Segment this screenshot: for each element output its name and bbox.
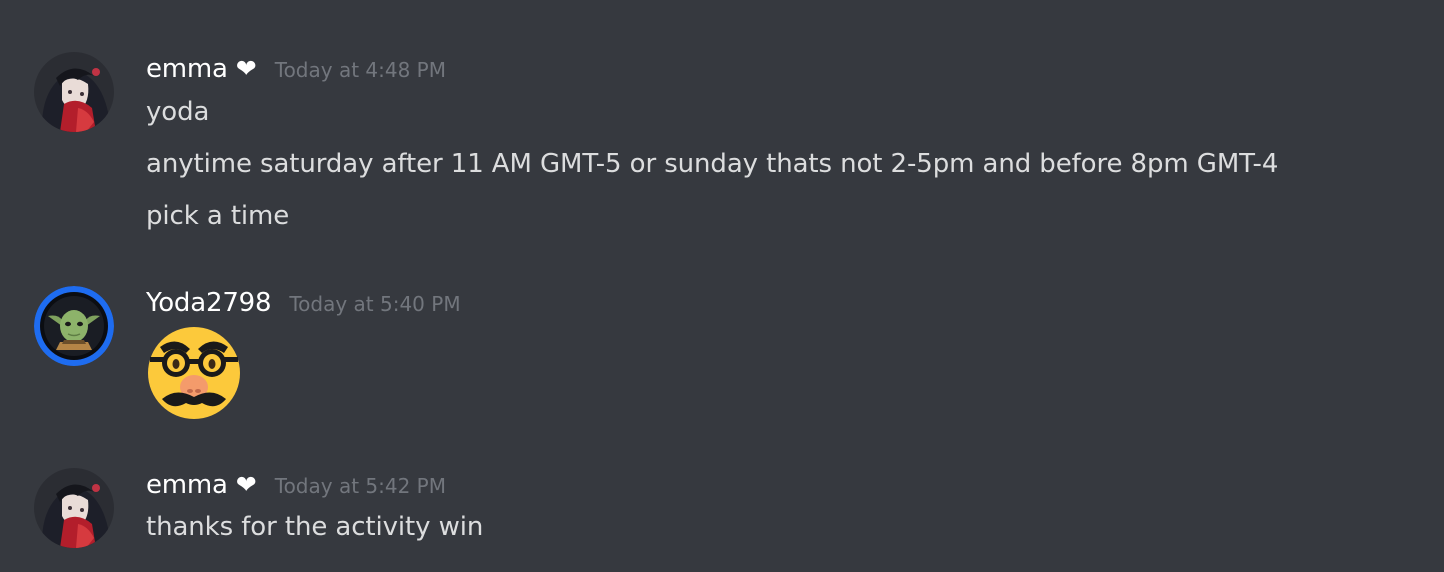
message-text: thanks for the activity win bbox=[146, 512, 484, 542]
chat-messages: emma ❤ Today at 4:48 PM yoda anytime sat… bbox=[0, 0, 1444, 572]
message-header: emma ❤ Today at 5:42 PM bbox=[146, 470, 446, 502]
username[interactable]: emma bbox=[146, 470, 228, 500]
avatar[interactable] bbox=[34, 286, 114, 366]
yoda-avatar-icon bbox=[34, 286, 114, 366]
avatar[interactable] bbox=[34, 52, 114, 132]
timestamp[interactable]: Today at 5:42 PM bbox=[275, 474, 446, 498]
username[interactable]: Yoda2798 bbox=[146, 288, 272, 318]
timestamp[interactable]: Today at 5:40 PM bbox=[289, 292, 460, 316]
avatar[interactable] bbox=[34, 468, 114, 548]
heart-icon: ❤ bbox=[235, 54, 257, 83]
message-text: pick a time bbox=[146, 201, 290, 231]
timestamp[interactable]: Today at 4:48 PM bbox=[275, 58, 446, 82]
username[interactable]: emma bbox=[146, 54, 228, 84]
message-header: Yoda2798 Today at 5:40 PM bbox=[146, 288, 461, 320]
heart-icon: ❤ bbox=[235, 470, 257, 499]
disguised-face-emoji-icon[interactable] bbox=[146, 325, 242, 421]
anime-avatar-icon bbox=[34, 468, 114, 548]
anime-avatar-icon bbox=[34, 52, 114, 132]
message-text: anytime saturday after 11 AM GMT-5 or su… bbox=[146, 149, 1279, 179]
message-header: emma ❤ Today at 4:48 PM bbox=[146, 54, 446, 86]
message-text: yoda bbox=[146, 97, 210, 127]
